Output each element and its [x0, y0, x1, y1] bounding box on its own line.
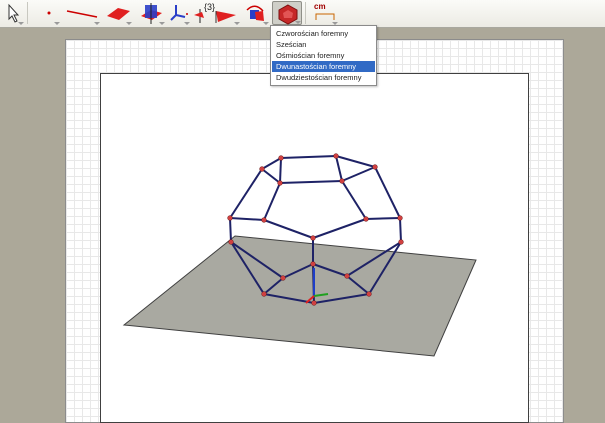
polyhedron-dropdown-menu: Czworościan foremny Sześcian Ośmiościan …	[270, 25, 377, 86]
perpendicular-plane-tool[interactable]	[137, 1, 165, 25]
measure-tool[interactable]: cm	[310, 1, 338, 25]
plane-tool[interactable]	[104, 1, 132, 25]
regular-polyhedron-tool[interactable]	[272, 1, 302, 25]
menu-item-icosahedron[interactable]: Dwudziestościan foremny	[272, 72, 375, 83]
pyramid-tool[interactable]	[212, 1, 240, 25]
toolbar: {3} cm	[0, 0, 605, 28]
menu-item-cube[interactable]: Sześcian	[272, 39, 375, 50]
menu-item-dodecahedron[interactable]: Dwunastościan foremny	[272, 61, 375, 72]
point-tool[interactable]	[38, 1, 60, 25]
rotate-tool[interactable]	[243, 1, 269, 25]
axes-tool[interactable]	[168, 1, 190, 25]
line-tool[interactable]	[64, 1, 100, 25]
ground-plane[interactable]	[122, 235, 477, 357]
3d-scene[interactable]	[0, 28, 605, 423]
menu-item-octahedron[interactable]: Ośmiościan foremny	[272, 50, 375, 61]
drawing-area[interactable]	[0, 28, 605, 423]
menu-item-tetrahedron[interactable]: Czworościan foremny	[272, 28, 375, 39]
select-pointer-tool[interactable]	[2, 1, 24, 25]
